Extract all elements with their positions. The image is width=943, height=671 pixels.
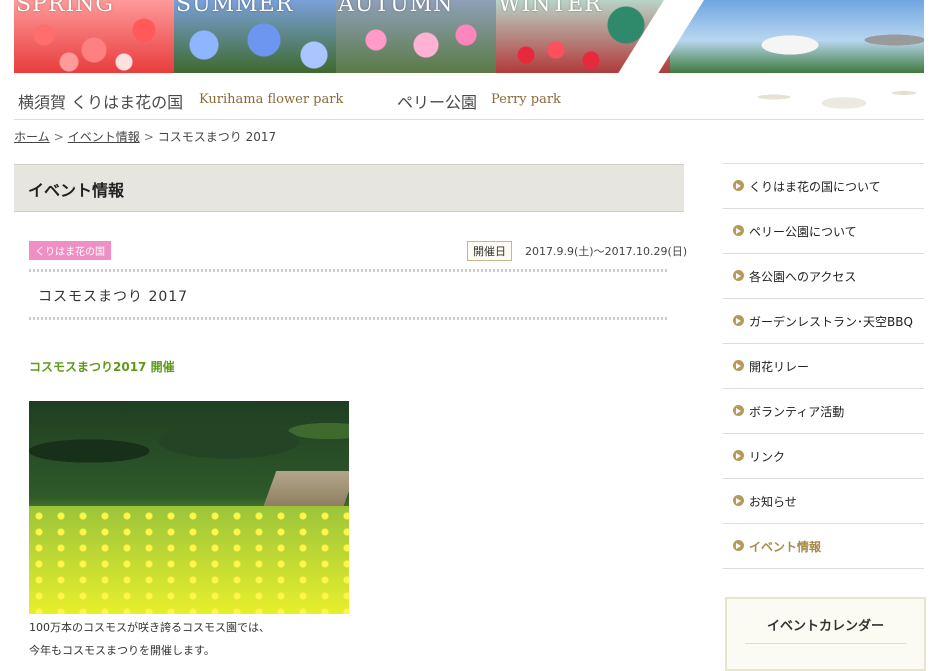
perry-park-name-en[interactable]: Perry park	[491, 92, 561, 107]
sidebar-item-label: 各公園へのアクセス	[749, 270, 857, 284]
sidebar-item-news[interactable]: お知らせ	[723, 478, 924, 523]
event-description: 100万本のコスモスが咲き誇るコスモス園では、 今年もコスモスまつりを開催します…	[29, 616, 270, 662]
sidebar-item-restaurant-bbq[interactable]: ガーデンレストラン･天空BBQ	[723, 298, 924, 343]
sidebar-item-label: 開花リレー	[749, 360, 810, 374]
perry-park-name-jp[interactable]: ペリー公園	[397, 89, 477, 113]
arrow-bullet-icon	[733, 180, 744, 191]
arrow-bullet-icon	[733, 540, 744, 551]
autumn-photo: AUTUMN	[336, 0, 496, 73]
arrow-bullet-icon	[733, 450, 744, 461]
bird-decoration	[734, 75, 924, 119]
sidebar-item-label: ガーデンレストラン･天空BBQ	[749, 315, 913, 329]
chevron-right-icon: >	[53, 130, 64, 144]
arrow-bullet-icon	[733, 360, 744, 371]
event-date: 2017.9.9(土)～2017.10.29(日)	[525, 245, 688, 258]
kurihama-park-name-en[interactable]: Kurihama flower park	[199, 92, 343, 107]
breadcrumb-events-link[interactable]: イベント情報	[68, 130, 140, 144]
calendar-divider	[745, 643, 906, 644]
description-line: 今年もコスモスまつりを開催します。	[29, 644, 215, 657]
season-banner: SPRING SUMMER AUTUMN WINTER	[14, 0, 924, 73]
sidebar-item-events[interactable]: イベント情報	[723, 523, 924, 569]
perry-park-photo	[670, 0, 924, 73]
dotted-divider	[29, 269, 669, 272]
section-header: イベント情報	[14, 164, 684, 212]
description-line: 100万本のコスモスが咲き誇るコスモス園では、	[29, 621, 270, 634]
breadcrumb: ホーム > イベント情報 > コスモスまつり 2017	[14, 128, 276, 145]
arrow-bullet-icon	[733, 225, 744, 236]
season-label-autumn: AUTUMN	[338, 0, 454, 17]
arrow-bullet-icon	[733, 405, 744, 416]
event-subheading: コスモスまつり2017 開催	[29, 360, 175, 374]
yellow-cosmos-field	[29, 506, 349, 614]
sidebar-item-volunteer[interactable]: ボランティア活動	[723, 388, 924, 433]
sidebar-item-label: ペリー公園について	[749, 225, 857, 239]
arrow-bullet-icon	[733, 315, 744, 326]
season-label-winter: WINTER	[498, 0, 602, 17]
category-badge: くりはま花の国	[29, 241, 111, 260]
park-name-bar: 横須賀 くりはま花の国 Kurihama flower park ペリー公園 P…	[14, 75, 924, 120]
kurihama-park-name-jp[interactable]: 横須賀 くりはま花の国	[18, 89, 183, 113]
arrow-bullet-icon	[733, 270, 744, 281]
sidebar-item-label: イベント情報	[749, 540, 822, 554]
season-label-spring: SPRING	[16, 0, 114, 17]
chevron-right-icon: >	[143, 130, 154, 144]
breadcrumb-current: コスモスまつり 2017	[157, 130, 277, 144]
page-title: イベント情報	[28, 181, 125, 200]
breadcrumb-home-link[interactable]: ホーム	[14, 130, 50, 144]
sidebar-item-about-perry[interactable]: ペリー公園について	[723, 208, 924, 253]
calendar-title: イベントカレンダー	[766, 619, 884, 634]
cosmos-field-photo	[29, 401, 349, 614]
sidebar-item-label: ボランティア活動	[749, 405, 845, 419]
event-calendar-box: イベントカレンダー	[725, 597, 926, 671]
sidebar-item-about-kurihama[interactable]: くりはま花の国について	[723, 163, 924, 208]
sidebar-item-label: くりはま花の国について	[749, 180, 881, 194]
sidebar-item-label: リンク	[749, 450, 786, 464]
wooden-stairs	[261, 471, 349, 511]
sidebar-item-bloom-relay[interactable]: 開花リレー	[723, 343, 924, 388]
sidebar-item-label: お知らせ	[749, 495, 797, 509]
sidebar-item-links[interactable]: リンク	[723, 433, 924, 478]
dotted-divider	[29, 317, 669, 320]
summer-photo: SUMMER	[174, 0, 336, 73]
spring-photo: SPRING	[14, 0, 174, 73]
season-label-summer: SUMMER	[176, 0, 294, 17]
sidebar-nav: くりはま花の国について ペリー公園について 各公園へのアクセス ガーデンレストラ…	[723, 163, 924, 569]
event-title: コスモスまつり 2017	[38, 289, 189, 305]
arrow-bullet-icon	[733, 495, 744, 506]
date-label: 開催日	[467, 241, 512, 261]
sidebar-item-access[interactable]: 各公園へのアクセス	[723, 253, 924, 298]
